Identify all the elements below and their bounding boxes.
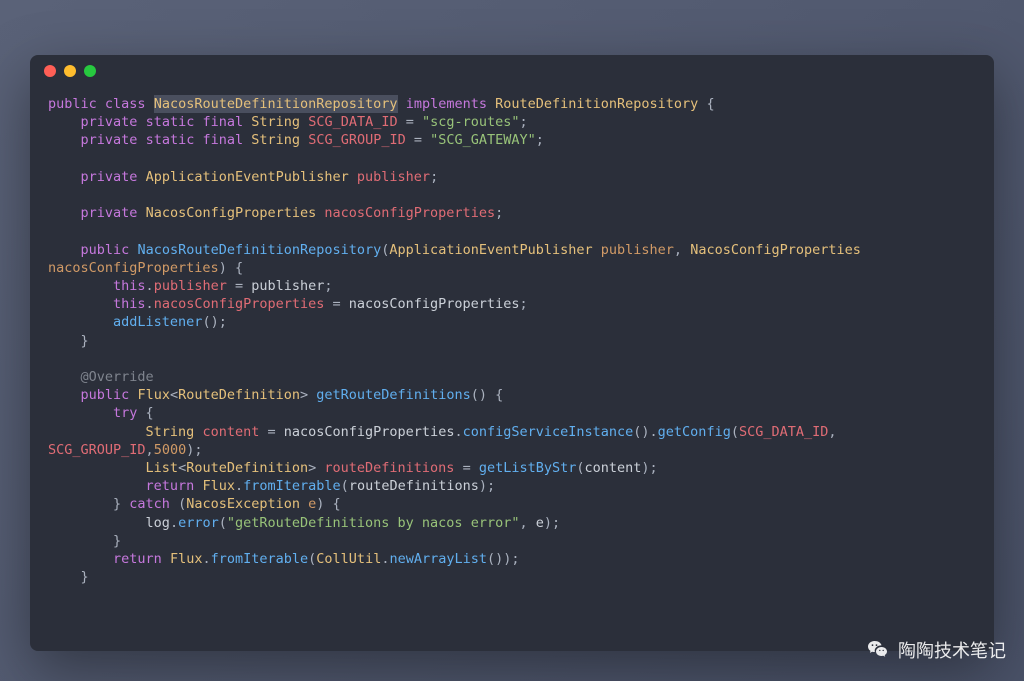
keyword: implements xyxy=(406,96,487,112)
keyword: public xyxy=(48,96,97,112)
window-titlebar xyxy=(30,55,994,87)
annotation: @Override xyxy=(81,369,154,385)
watermark-text: 陶陶技术笔记 xyxy=(898,637,1006,663)
watermark: 陶陶技术笔记 xyxy=(866,637,1006,663)
minimize-icon[interactable] xyxy=(64,65,76,77)
class-name-highlighted: NacosRouteDefinitionRepository xyxy=(154,95,398,113)
interface-name: RouteDefinitionRepository xyxy=(495,96,698,112)
maximize-icon[interactable] xyxy=(84,65,96,77)
wechat-icon xyxy=(866,638,890,662)
brace: { xyxy=(698,96,714,112)
code-window: public class NacosRouteDefinitionReposit… xyxy=(30,55,994,651)
close-icon[interactable] xyxy=(44,65,56,77)
keyword: class xyxy=(105,96,146,112)
code-block: public class NacosRouteDefinitionReposit… xyxy=(30,87,994,604)
